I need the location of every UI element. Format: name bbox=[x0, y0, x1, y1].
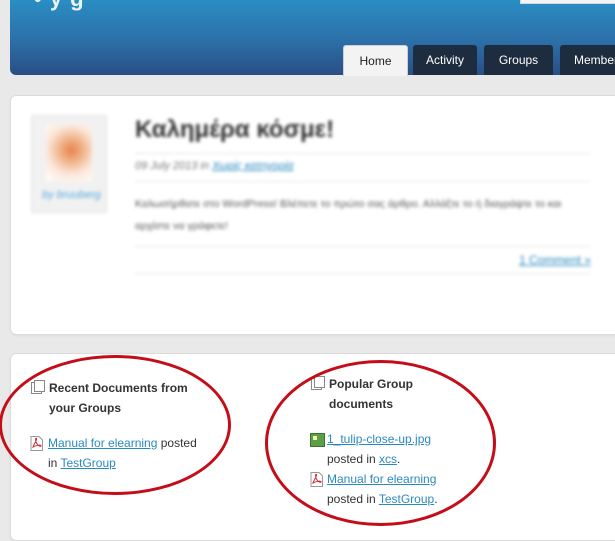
comments-link[interactable]: 1 Comment » bbox=[519, 253, 591, 267]
divider bbox=[135, 246, 590, 247]
divider bbox=[135, 181, 590, 182]
divider bbox=[135, 153, 590, 154]
divider bbox=[135, 273, 590, 274]
post-category-link[interactable]: Χωρίς κατηγορία bbox=[212, 160, 293, 172]
author-avatar-box[interactable]: by bruuberg bbox=[31, 115, 107, 213]
avatar[interactable] bbox=[46, 125, 92, 181]
blog-post-panel: by bruuberg Καλημέρα κόσμε! 09 July 2013… bbox=[10, 95, 615, 335]
post-date: 09 July 2013 in bbox=[135, 160, 209, 172]
author-prefix: by bbox=[42, 189, 54, 201]
site-logo[interactable]: • y g bbox=[34, 0, 85, 12]
tab-home[interactable]: Home bbox=[343, 45, 408, 76]
post-meta: 09 July 2013 in Χωρίς κατηγορία bbox=[135, 160, 293, 172]
author-byline: by bruuberg bbox=[42, 189, 101, 201]
tab-groups[interactable]: Groups bbox=[484, 45, 553, 75]
tab-members[interactable]: Members bbox=[560, 45, 615, 75]
tab-activity[interactable]: Activity bbox=[413, 45, 477, 75]
annotation-circle bbox=[0, 355, 231, 495]
author-name[interactable]: bruuberg bbox=[57, 189, 101, 201]
post-title[interactable]: Καλημέρα κόσμε! bbox=[135, 116, 334, 144]
site-header: • y g Home Activity Groups Members bbox=[10, 0, 615, 76]
annotation-circle bbox=[265, 360, 496, 526]
post-body: Καλωσήρθατε στο WordPress! Βλέπετε το πρ… bbox=[135, 198, 562, 232]
search-input[interactable] bbox=[520, 0, 615, 4]
